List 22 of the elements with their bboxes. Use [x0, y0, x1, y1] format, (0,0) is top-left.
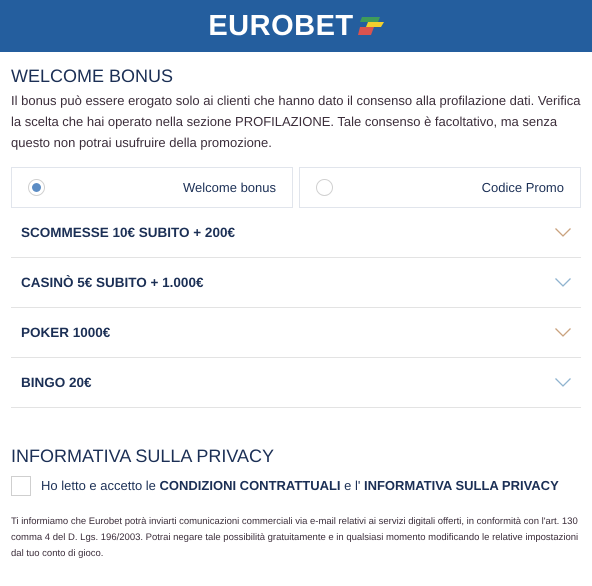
- radio-button[interactable]: [28, 179, 45, 196]
- option-label: Codice Promo: [482, 180, 564, 195]
- bonus-option[interactable]: Codice Promo: [299, 167, 581, 208]
- section-title: INFORMATIVA SULLA PRIVACY: [11, 446, 276, 467]
- checkbox[interactable]: [11, 476, 31, 496]
- bonus-label: SCOMMESSE 10€ SUBITO + 200€: [21, 225, 235, 240]
- section-title: WELCOME BONUS: [11, 66, 174, 87]
- bonus-row[interactable]: SCOMMESSE 10€ SUBITO + 200€: [11, 208, 581, 258]
- radio-button[interactable]: [316, 179, 333, 196]
- bonus-option[interactable]: Welcome bonus: [11, 167, 293, 208]
- bonus-label: CASINÒ 5€ SUBITO + 1.000€: [21, 275, 204, 290]
- logo-icon: [358, 17, 384, 35]
- option-label: Welcome bonus: [183, 180, 276, 195]
- bonus-label: BINGO 20€: [21, 375, 92, 390]
- consent-text: Ho letto e accetto le CONDIZIONI CONTRATTUALI e l' INFORMATIVA SULLA PRIVACY: [41, 477, 559, 495]
- description-text: Il bonus può essere erogato solo ai clienti che hanno dato il consenso alla profilazione dati. Verifica la scelta che hai operato nella sezione PROFILAZIONE. Tale consenso è facoltativo, ma senza questo non potrai usufruire della promozione.: [11, 92, 581, 152]
- bonus-row[interactable]: POKER 1000€: [11, 308, 581, 358]
- bonus-label: POKER 1000€: [21, 325, 110, 340]
- notice-text: Ti informiamo che Eurobet potrà inviarti comunicazioni commerciali via e-mail relativi ai servizi digitali offerti, in conformità con l'art. 130 comma 4 del D. Lgs. 196/2003. Potrai negare tale possibilità gratuitamente e in qualsiasi momento modificando le relative impostazioni dal tuo conto di gioco.: [11, 515, 580, 561]
- bonus-row[interactable]: CASINÒ 5€ SUBITO + 1.000€: [11, 258, 581, 308]
- logo-text: EUROBET: [208, 10, 354, 42]
- bonus-row[interactable]: BINGO 20€: [11, 358, 581, 408]
